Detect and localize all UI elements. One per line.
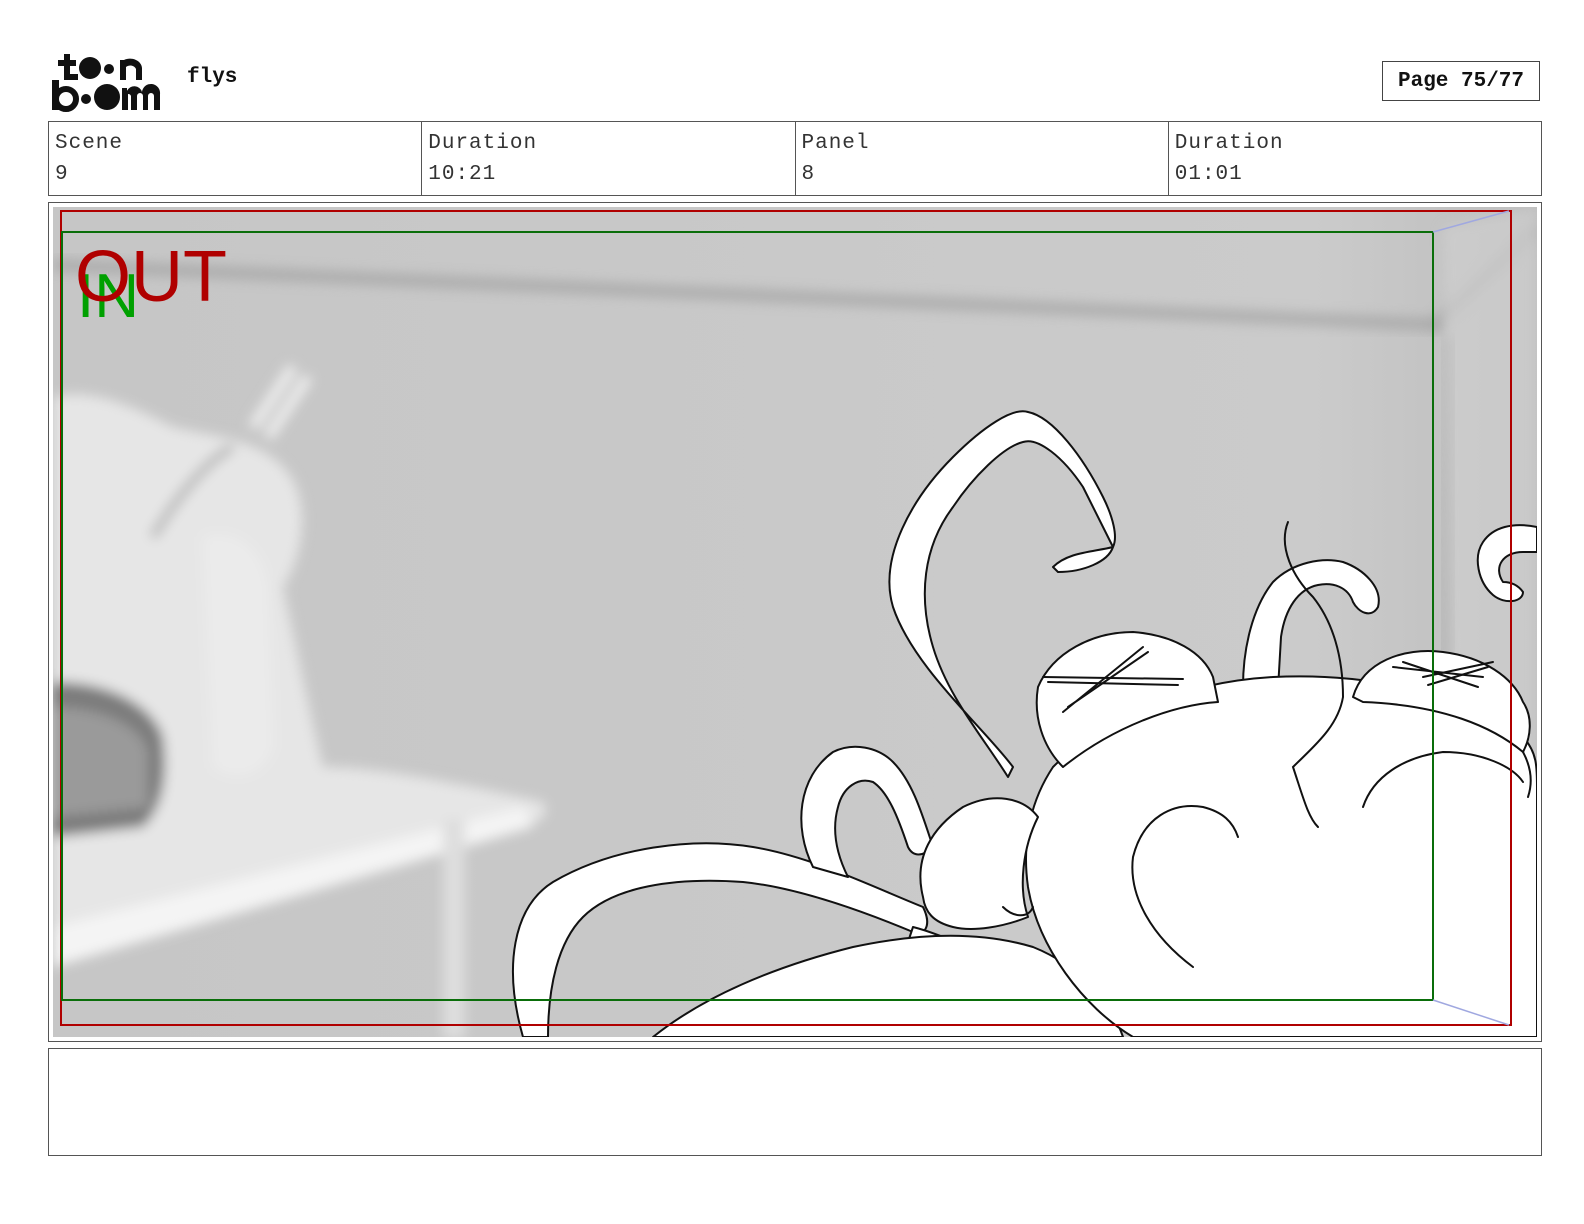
scene-duration-value: 10:21	[428, 163, 497, 186]
panel-notes-box	[48, 1048, 1542, 1156]
toon-boom-logo	[52, 54, 161, 112]
scene-value: 9	[55, 163, 69, 186]
panel-drawing: IN OUT	[53, 207, 1537, 1037]
out-label: OUT	[75, 237, 227, 317]
storyboard-panel: IN OUT	[48, 202, 1542, 1042]
panel-value: 8	[801, 163, 816, 186]
scene-duration-cell: Duration 10:21	[421, 122, 794, 195]
panel-duration-label: Duration	[1174, 132, 1284, 155]
panel-label: Panel	[801, 132, 870, 155]
scene-cell: Scene 9	[49, 122, 421, 195]
panel-info-row: Scene 9 Duration 10:21 Panel 8 Duration …	[48, 121, 1542, 196]
scene-label: Scene	[55, 132, 124, 155]
page-number: Page 75/77	[1382, 61, 1540, 101]
panel-duration-value: 01:01	[1174, 163, 1243, 186]
panel-cell: Panel 8	[794, 122, 1168, 195]
page-label: Page 75/77	[1397, 69, 1525, 93]
scene-duration-label: Duration	[428, 132, 538, 155]
panel-duration-cell: Duration 01:01	[1167, 122, 1541, 195]
project-title: flys	[187, 66, 238, 89]
